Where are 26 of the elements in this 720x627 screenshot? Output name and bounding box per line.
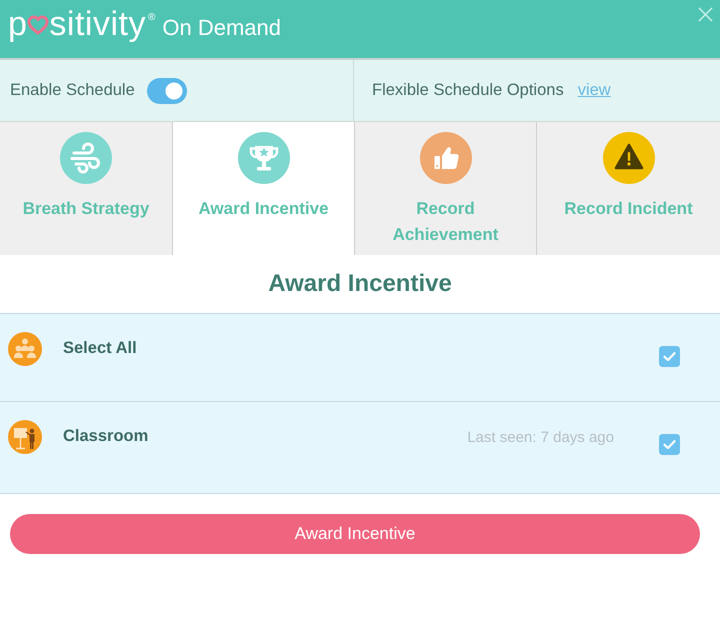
registered-mark: ® <box>148 13 156 23</box>
warning-icon <box>602 132 654 184</box>
logo-text: sitivity <box>49 4 146 44</box>
view-link[interactable]: view <box>578 81 611 100</box>
panel-title: Award Incentive <box>267 269 453 299</box>
toggle-switch[interactable] <box>146 78 187 104</box>
thumbs-up-icon <box>420 132 472 184</box>
close-icon[interactable] <box>698 7 713 22</box>
app-subtitle: On Demand <box>162 15 281 41</box>
wind-icon <box>60 132 112 184</box>
checkbox[interactable] <box>659 346 680 367</box>
trophy-icon <box>238 132 290 184</box>
tab[interactable]: Breath Strategy <box>0 122 173 255</box>
award-button[interactable]: Award Incentive <box>10 514 700 554</box>
setting-label: Flexible Schedule Options <box>372 81 564 100</box>
row-name: Select All <box>63 339 137 358</box>
tab[interactable]: Record Incident <box>537 122 720 255</box>
people-group-icon <box>8 332 42 366</box>
logo-text: p <box>8 4 28 44</box>
teacher-easel-icon <box>8 420 42 454</box>
tab[interactable]: Record Achievement <box>355 122 537 255</box>
row-name: Classroom <box>63 427 148 446</box>
heart-icon <box>27 15 50 35</box>
last-seen-text: Last seen: 7 days ago <box>467 429 614 446</box>
checkbox[interactable] <box>659 434 680 455</box>
setting-label: Enable Schedule <box>10 81 135 100</box>
